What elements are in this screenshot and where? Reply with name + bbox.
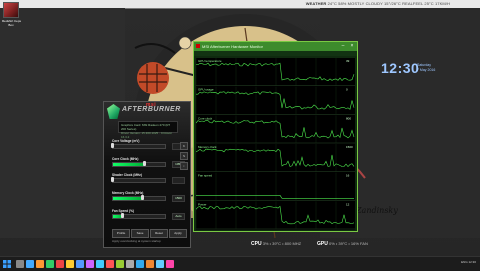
graph-series-line [196,195,354,199]
driver-version: Driver Version: 15.300.1025 · Crimson 16… [121,131,173,139]
weather-widget: WEATHER 24°C 58% MOSTLY CLOUDY 15°/26°C … [306,1,450,6]
core-voltage-slider-knob[interactable] [111,143,114,148]
monitor-toolbar [194,51,357,56]
taskbar-app-icon[interactable] [166,260,174,268]
graph-series-line [196,119,355,139]
gpu-name: Graphics Card: MSI Radeon 270 (R7 200 Se… [121,123,171,131]
reset-button[interactable]: Reset [150,229,168,238]
clock-date: Saturday 7 May 2016 [417,63,435,73]
shader-clock-slider-row: Shader Clock (MHz) [111,173,186,185]
taskbar-app-icon[interactable] [86,260,94,268]
fan-speed-slider-row: Fan Speed (%) Auto [112,209,186,221]
taskbar-app-icon[interactable] [96,260,104,268]
clock-date-full: 7 May 2016 [417,68,436,72]
graph-label: GPU usage [198,88,214,92]
startup-option[interactable]: Apply overclocking at system startup [112,239,161,243]
side-button-s[interactable]: S [180,152,188,160]
core-voltage-slider-row: Core Voltage (mV) [111,139,186,151]
memory-clock-slider-fill [113,197,144,200]
graph-value: 0 [346,88,348,92]
desktop-icon-thumbnail [3,2,19,18]
side-button-info[interactable]: i [180,162,188,170]
graph-series-line [196,148,355,168]
core-voltage-slider[interactable] [112,144,166,149]
gpu-stats: 0% • 39°C • 16% FAN [328,241,368,246]
taskbar-app-icon[interactable] [66,260,74,268]
graph-label: Fan speed [198,174,213,178]
monitor-title: MSI Afterburner Hardware Monitor [202,44,263,49]
core-clock-slider[interactable] [112,162,166,167]
taskbar-app-icon[interactable] [46,260,54,268]
core-clock-slider-row: Core Clock (MHz) 1050 [112,157,186,169]
clock-time: 12:30 [381,60,420,76]
graph-value: 39 [346,59,350,63]
save-button[interactable]: Save [131,229,149,238]
taskbar-app-icon[interactable] [16,260,24,268]
afterburner-logo: msi AFTERBURNER [122,102,184,115]
memory-clock-slider-knob[interactable] [141,195,145,200]
desktop-icon-label: Redshirt Ceps Box [2,19,22,27]
core-clock-slider-fill [113,163,146,166]
taskbar-app-icon[interactable] [56,260,64,268]
shader-clock-slider-knob[interactable] [111,177,114,182]
graph-label: Core clock [198,116,213,120]
memory-clock-value[interactable]: 1500 [172,195,185,202]
graph-series-line [196,62,355,82]
gpu-monitor: GPU 0% • 39°C • 16% FAN [317,241,368,247]
windows-start-icon[interactable] [3,260,11,268]
shader-clock-slider[interactable] [112,178,166,183]
side-button-k[interactable]: K [180,142,188,150]
desktop-icon[interactable]: Redshirt Ceps Box [2,2,22,27]
weather-label: WEATHER [305,1,327,6]
graph-label: GPU temperature [198,59,222,63]
taskbar-app-icon[interactable] [136,260,144,268]
afterburner-window[interactable]: msi AFTERBURNER Graphics Card: MSI Radeo… [103,101,191,248]
afterburner-app-icon [196,44,200,48]
profile-button[interactable]: Profile [112,229,130,238]
taskbar-app-icon[interactable] [76,260,84,268]
fan-speed-slider-knob[interactable] [121,213,125,218]
core-clock-slider-knob[interactable] [143,161,147,166]
graph-value: 16 [346,174,350,178]
taskbar: ENG 12:30 [0,256,480,271]
memory-clock-slider[interactable] [112,196,166,201]
graph-label: Memory clock [198,145,217,149]
taskbar-app-icon[interactable] [126,260,134,268]
taskbar-app-icon[interactable] [156,260,164,268]
graph-label: Power [198,202,207,206]
graph-value: 1500 [346,145,353,149]
apply-button[interactable]: Apply [169,229,187,238]
profile-buttons: Profile Save Reset Apply [112,229,187,238]
taskbar-app-icon[interactable] [116,260,124,268]
gpu-label: GPU [317,241,328,247]
memory-clock-slider-row: Memory Clock (MHz) 1500 [112,191,186,203]
graph-series-line [196,91,355,110]
clock-widget: 12:30 Saturday 7 May 2016 [381,60,435,76]
graph-value: 800 [346,116,351,120]
graph-value: 12 [346,202,350,206]
monitor-graphs: GPU temperature 39 GPU usage 0 Core clock 800… [196,58,355,230]
wallpaper-signature: Zandinsky [356,206,398,215]
hardware-monitor-window[interactable]: MSI Afterburner Hardware Monitor – × GPU… [193,41,358,232]
taskbar-app-icon[interactable] [146,260,154,268]
gpu-info-panel: Graphics Card: MSI Radeon 270 (R7 200 Se… [118,121,178,139]
cpu-monitor: CPU 3% • 39°C • 800 MHZ [251,241,301,247]
cpu-stats: 3% • 39°C • 800 MHZ [262,241,302,246]
minimize-button[interactable]: – [339,43,347,50]
cpu-label: CPU [251,241,262,247]
taskbar-app-icon[interactable] [36,260,44,268]
taskbar-app-icon[interactable] [106,260,114,268]
system-tray: ENG 12:30 [461,260,476,264]
fan-speed-value[interactable]: Auto [172,213,185,220]
fan-speed-slider[interactable] [112,214,166,219]
close-button[interactable]: × [348,43,356,50]
shader-clock-value[interactable] [172,177,185,184]
weather-text: 24°C 58% MOSTLY CLOUDY 15°/26°C REALFEEL… [327,1,450,6]
graph-series-line [196,205,355,225]
msi-logo: msi [146,102,157,108]
msi-dragon-icon [107,104,120,119]
monitor-titlebar[interactable]: MSI Afterburner Hardware Monitor – × [194,42,357,51]
taskbar-app-icon[interactable] [26,260,34,268]
